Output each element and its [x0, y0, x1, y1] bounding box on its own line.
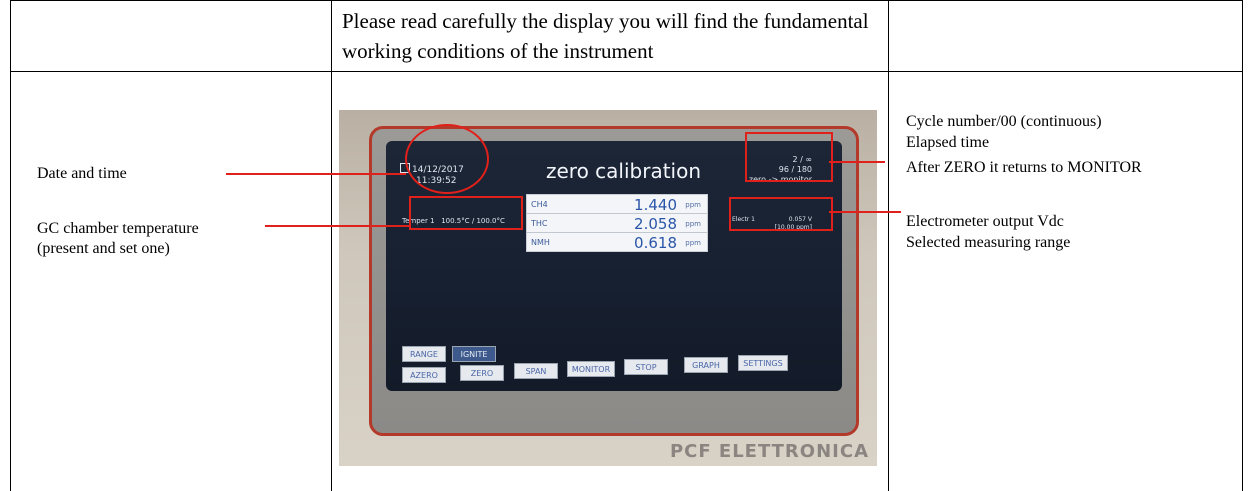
- table-col-divider-2: [888, 0, 889, 491]
- graph-button[interactable]: GRAPH: [684, 357, 728, 373]
- measurement-name: CH4: [531, 200, 548, 209]
- azero-button[interactable]: AZERO: [402, 367, 446, 383]
- brand-logo: PCF ELETTRONICA: [669, 441, 869, 462]
- annotation-date-time: Date and time: [37, 165, 127, 182]
- span-button[interactable]: SPAN: [514, 363, 558, 379]
- measurement-row: NMH 0.618 ppm: [527, 232, 707, 252]
- annotation-gc-temp-line1: GC chamber temperature: [37, 220, 199, 237]
- screen-title: zero calibration: [546, 159, 702, 183]
- date-time-highlight: [405, 124, 489, 194]
- ignite-button[interactable]: IGNITE: [452, 346, 496, 362]
- measurement-row: CH4 1.440 ppm: [527, 195, 707, 214]
- monitor-button[interactable]: MONITOR: [567, 361, 615, 377]
- leader-date-time: [226, 173, 406, 175]
- electrometer-highlight: [729, 197, 833, 231]
- leader-electrometer: [829, 211, 901, 213]
- instrument-photo: 14/12/2017 11:39:52 zero calibration 2 /…: [339, 110, 877, 466]
- leader-cycle: [829, 161, 885, 163]
- measurement-unit: ppm: [685, 239, 701, 247]
- table-col-divider-1: [331, 0, 332, 491]
- annotation-cycle-line2: Elapsed time: [906, 134, 990, 151]
- measurement-value: 1.440: [634, 196, 677, 214]
- annotation-electrometer-line2: Selected measuring range: [906, 234, 1071, 251]
- annotation-electrometer-line1: Electrometer output Vdc: [906, 213, 1064, 230]
- cycle-highlight: [745, 132, 833, 182]
- measurement-name: THC: [531, 219, 548, 228]
- annotation-cycle-line1: Cycle number/00 (continuous): [906, 113, 1102, 130]
- annotation-cycle-line3: After ZERO it returns to MONITOR: [906, 159, 1142, 176]
- leader-gc-temp: [265, 225, 409, 227]
- temperature-highlight: [409, 196, 523, 230]
- table-right-border: [1242, 0, 1243, 491]
- measurement-value: 0.618: [634, 234, 677, 252]
- table-left-border: [10, 0, 11, 491]
- range-button[interactable]: RANGE: [402, 346, 446, 362]
- measurement-panel: CH4 1.440 ppm THC 2.058 ppm NMH 0.618 pp…: [526, 194, 708, 252]
- table-top-border: [10, 0, 1243, 1]
- zero-button[interactable]: ZERO: [460, 365, 504, 381]
- annotation-gc-temp-line2: (present and set one): [37, 240, 170, 257]
- settings-button[interactable]: SETTINGS: [738, 355, 788, 371]
- stop-button[interactable]: STOP: [624, 359, 668, 375]
- measurement-row: THC 2.058 ppm: [527, 213, 707, 233]
- measurement-value: 2.058: [634, 215, 677, 233]
- header-text: Please read carefully the display you wi…: [342, 9, 869, 63]
- measurement-unit: ppm: [685, 220, 701, 228]
- measurement-name: NMH: [531, 238, 550, 247]
- table-row-divider: [10, 71, 1243, 72]
- measurement-unit: ppm: [685, 201, 701, 209]
